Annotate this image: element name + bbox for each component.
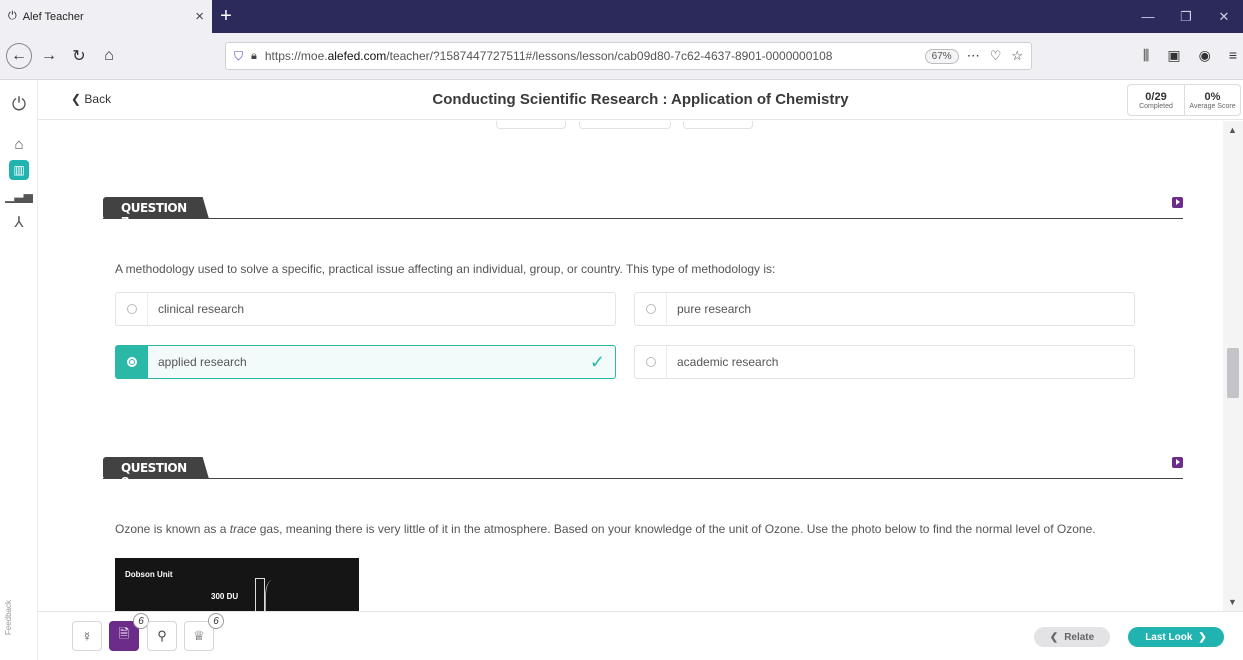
lessons-icon[interactable]: ▥ xyxy=(9,160,29,180)
radio-icon[interactable] xyxy=(116,293,148,325)
scrollbar-thumb[interactable] xyxy=(1227,348,1239,398)
bookmark-star-icon[interactable]: ☆ xyxy=(1011,48,1023,64)
radio-selected-icon[interactable] xyxy=(116,346,148,378)
new-tab-button[interactable]: + xyxy=(212,0,240,33)
main-content: QUESTION 7 A methodology used to solve a… xyxy=(38,121,1223,611)
close-tab-icon[interactable]: × xyxy=(195,8,204,25)
close-window-icon[interactable]: ✕ xyxy=(1205,0,1243,33)
shield-icon[interactable]: ⛉ xyxy=(234,49,243,64)
forward-arrow-icon[interactable]: → xyxy=(36,43,62,69)
bottom-toolbar: ☿ 🗎︎ 6 ⚲ ♕ 6 ❮ Relate Last Look ❯ xyxy=(38,611,1243,660)
top-tab-button[interactable] xyxy=(496,121,566,129)
top-tab-button[interactable] xyxy=(579,121,671,129)
answer-option-selected[interactable]: applied research ✓ xyxy=(115,345,616,379)
zoom-level[interactable]: 67% xyxy=(924,48,959,64)
document-icon[interactable]: 🗎︎ 6 xyxy=(109,613,149,651)
home-icon[interactable]: ⌂ xyxy=(9,134,29,154)
question-label: QUESTION 8 xyxy=(103,457,209,479)
question-text: A methodology used to solve a specific, … xyxy=(115,262,776,276)
lesson-header: ❮ Back Conducting Scientific Research : … xyxy=(38,80,1243,120)
scroll-up-icon[interactable]: ▲ xyxy=(1228,125,1237,135)
more-icon[interactable]: ⋯ xyxy=(967,48,980,64)
scrollbar[interactable]: ▲ ▼ xyxy=(1223,121,1243,611)
trophy-icon[interactable]: ♕ 6 xyxy=(184,613,224,651)
answer-option[interactable]: pure research xyxy=(634,292,1135,326)
library-icon[interactable]: ⫼ xyxy=(1143,47,1149,64)
page-title: Conducting Scientific Research : Applica… xyxy=(432,91,849,108)
search-icon[interactable]: ⚲ xyxy=(147,621,177,651)
browser-tab[interactable]: ⏻ Alef Teacher × xyxy=(0,0,212,33)
feedback-tab[interactable]: Feedback xyxy=(4,600,13,635)
question-header: QUESTION 7 xyxy=(103,197,1183,219)
radio-icon[interactable] xyxy=(635,293,667,325)
pocket-icon[interactable]: ♡ xyxy=(990,48,1002,64)
dobson-unit-image: Dobson Unit 300 DU xyxy=(115,558,359,611)
browser-nav-bar: ← → ↻ ⌂ ⛉ 🔒︎ https://moe.alefed.com/teac… xyxy=(0,33,1243,80)
browser-tab-bar: ⏻ Alef Teacher × + — ❐ ✕ xyxy=(0,0,1243,33)
count-badge: 6 xyxy=(208,613,224,629)
app-logo-icon: ⏻ xyxy=(8,10,17,22)
option-label: academic research xyxy=(677,355,779,369)
lightbulb-icon[interactable]: ☿ xyxy=(72,621,102,651)
reports-chart-icon[interactable]: ▁▃▅ xyxy=(5,186,33,206)
question-text: Ozone is known as a trace gas, meaning t… xyxy=(115,522,1096,536)
home-icon[interactable]: ⌂ xyxy=(96,43,122,69)
last-look-button[interactable]: Last Look ❯ xyxy=(1128,627,1224,647)
answer-option[interactable]: academic research xyxy=(634,345,1135,379)
answer-option[interactable]: clinical research xyxy=(115,292,616,326)
app-sidebar: ⏻ ⌂ ▥ ▁▃▅ ⅄ Feedback xyxy=(0,80,38,660)
alef-logo-icon[interactable]: ⏻ xyxy=(9,94,29,114)
option-label: applied research xyxy=(158,355,247,369)
chevron-right-icon: ❯ xyxy=(1198,631,1207,643)
question-label: QUESTION 7 xyxy=(103,197,209,219)
url-bar[interactable]: ⛉ 🔒︎ https://moe.alefed.com/teacher/?158… xyxy=(225,42,1032,70)
minimize-icon[interactable]: — xyxy=(1129,0,1167,33)
lock-icon[interactable]: 🔒︎ xyxy=(251,50,257,63)
tab-title: Alef Teacher xyxy=(22,10,84,23)
hierarchy-icon[interactable]: ⅄ xyxy=(9,212,29,232)
question-header: QUESTION 8 xyxy=(103,457,1183,479)
scroll-down-icon[interactable]: ▼ xyxy=(1228,597,1237,607)
chevron-left-icon: ❮ xyxy=(1049,631,1059,643)
option-label: clinical research xyxy=(158,302,245,316)
restore-icon[interactable]: ❐ xyxy=(1167,0,1205,33)
relate-button[interactable]: ❮ Relate xyxy=(1034,627,1110,647)
stat-average-score: 0% Average Score xyxy=(1184,85,1240,115)
checkmark-icon: ✓ xyxy=(589,351,605,372)
back-arrow-icon[interactable]: ← xyxy=(6,43,32,69)
account-icon[interactable]: ◉ xyxy=(1199,47,1211,64)
option-label: pure research xyxy=(677,302,752,316)
top-tab-button[interactable] xyxy=(683,121,753,129)
reload-icon[interactable]: ↻ xyxy=(66,43,92,69)
sidebar-toggle-icon[interactable]: ▣ xyxy=(1167,47,1180,64)
radio-icon[interactable] xyxy=(635,346,667,378)
flag-icon[interactable] xyxy=(1172,197,1183,208)
stat-completed: 0/29 Completed xyxy=(1139,90,1173,110)
flag-icon[interactable] xyxy=(1172,457,1183,468)
lesson-stats: 0/29 Completed 0% Average Score xyxy=(1127,84,1241,116)
url-text[interactable]: https://moe.alefed.com/teacher/?15874477… xyxy=(265,49,917,63)
window-controls: — ❐ ✕ xyxy=(1129,0,1243,33)
menu-icon[interactable]: ≡ xyxy=(1229,47,1237,64)
